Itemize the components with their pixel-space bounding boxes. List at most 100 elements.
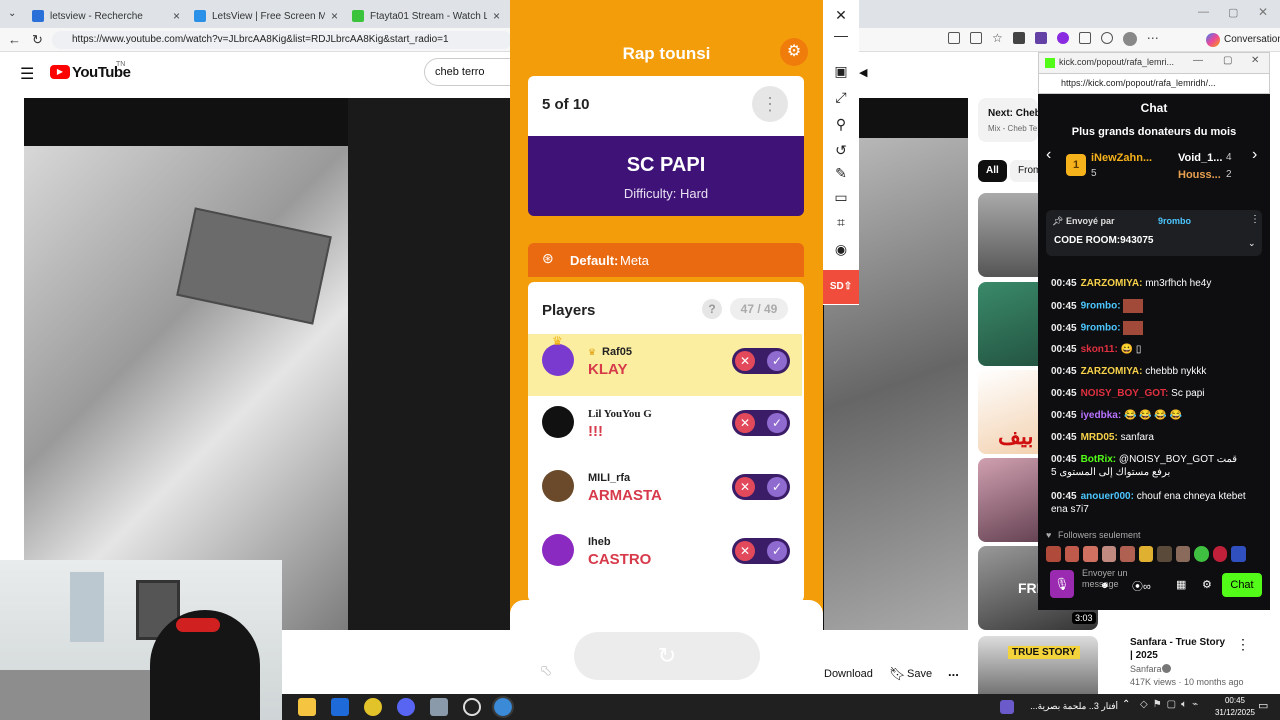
browser-tab-kick[interactable]: Ftayta01 Stream - Watch Live on K × — [346, 4, 506, 28]
msg-user[interactable]: 9rombo: — [1081, 323, 1121, 334]
clock-date[interactable]: 31/12/2025 — [1208, 708, 1262, 717]
pinned-more-icon[interactable]: ⋮ — [1250, 214, 1260, 225]
browser-tab-letsview-search[interactable]: letsview - Recherche × — [26, 4, 186, 28]
crop-icon[interactable]: ⌗ — [832, 213, 850, 231]
kick-minimize-icon[interactable]: — — [1193, 55, 1203, 66]
vote-toggle[interactable]: ✕ ✓ — [732, 348, 790, 374]
vote-toggle[interactable]: ✕ ✓ — [732, 474, 790, 500]
url-field[interactable]: https://www.youtube.com/watch?v=JLbrcAA8… — [52, 31, 512, 49]
fullscreen-icon[interactable]: ⤢ — [832, 88, 850, 106]
sd-quality-button[interactable]: SD⇧ — [823, 270, 859, 304]
record-icon[interactable]: ◉ — [832, 240, 850, 258]
read-mode-icon[interactable] — [948, 32, 960, 44]
pinned-expand-icon[interactable]: ⌄ — [1248, 238, 1256, 249]
conversation-label[interactable]: Conversation — [1224, 34, 1280, 45]
collections-icon[interactable] — [1100, 32, 1113, 44]
emote-icon[interactable] — [1157, 546, 1172, 562]
shield-extension-icon[interactable] — [1056, 32, 1069, 44]
default-mode-bar[interactable]: ⊛ Default: Meta — [528, 243, 804, 277]
msg-user[interactable]: skon11: — [1081, 344, 1118, 355]
outlook-icon[interactable] — [331, 698, 349, 716]
download-button[interactable]: Download — [824, 668, 873, 680]
reject-icon[interactable]: ✕ — [735, 541, 755, 561]
browser-tab-letsview[interactable]: LetsView | Free Screen Mirroring A × — [188, 4, 344, 28]
msg-user[interactable]: ZARZOMIYA: — [1081, 366, 1143, 377]
file-explorer-icon[interactable] — [298, 698, 316, 716]
copilot-icon[interactable] — [1206, 33, 1220, 47]
emote-icon[interactable] — [1083, 546, 1098, 562]
channel-name[interactable]: Sanfara — [1130, 664, 1162, 674]
pen-icon[interactable]: ✎ — [832, 164, 850, 182]
news-widget-icon[interactable] — [1000, 700, 1014, 714]
mic-icon[interactable]: 🎙︎ — [1050, 570, 1074, 598]
profile-avatar[interactable] — [1122, 32, 1137, 46]
discord-icon[interactable] — [397, 698, 415, 716]
chrome-icon[interactable] — [364, 698, 382, 716]
rotate-icon[interactable]: ↺ — [832, 141, 850, 159]
hamburger-menu-icon[interactable]: ☰ — [20, 64, 34, 84]
more-actions-button[interactable]: ... — [948, 664, 959, 679]
tray-expand-icon[interactable]: ⌃ — [1122, 699, 1130, 710]
emote-icon[interactable] — [1120, 546, 1135, 562]
kick-points-icon[interactable]: ⦿∞ — [1132, 578, 1151, 594]
back-icon[interactable]: ← — [8, 32, 21, 47]
chip-all[interactable]: All — [978, 160, 1007, 182]
emote-icon[interactable] — [1231, 546, 1247, 562]
kick-close-icon[interactable]: ✕ — [1251, 55, 1259, 66]
reject-icon[interactable]: ✕ — [735, 351, 755, 371]
emote-icon[interactable] — [1175, 546, 1191, 562]
close-icon[interactable]: ✕ — [832, 6, 850, 24]
split-screen-icon[interactable] — [1078, 32, 1091, 44]
extension-icon[interactable] — [1012, 32, 1025, 44]
minimize-window-icon[interactable]: — — [1198, 6, 1209, 18]
msg-user[interactable]: MRD05: — [1081, 432, 1118, 443]
vote-toggle[interactable]: ✕ ✓ — [732, 538, 790, 564]
close-window-icon[interactable]: ✕ — [1258, 5, 1268, 19]
emote-icon[interactable] — [1101, 546, 1117, 562]
close-tab-icon[interactable]: × — [173, 9, 180, 23]
save-button[interactable]: Save — [907, 668, 932, 680]
donors-prev-icon[interactable]: ‹ — [1046, 146, 1051, 164]
emote-icon[interactable] — [1212, 546, 1228, 562]
close-tab-icon[interactable]: × — [331, 9, 338, 23]
msg-user[interactable]: NOISY_BOY_GOT: — [1081, 388, 1169, 399]
pin-icon[interactable]: ⚲ — [832, 115, 850, 133]
twitch-extension-icon[interactable] — [1034, 32, 1047, 44]
video-more-icon[interactable]: ⋮ — [1236, 636, 1250, 653]
translate-icon[interactable] — [970, 32, 982, 44]
notification-icon[interactable]: ▭ — [1258, 699, 1268, 712]
collapse-arrow-icon[interactable]: ◀ — [859, 66, 867, 79]
youtube-logo-icon[interactable]: ▶ — [50, 65, 70, 79]
news-widget-text[interactable]: أفتار 3.. ملحمة بصرية... — [1018, 701, 1118, 712]
chat-settings-icon[interactable]: ⚙ — [1202, 578, 1212, 591]
letsview-icon[interactable] — [492, 696, 514, 718]
settings-gear-icon[interactable]: ⚙ — [780, 38, 808, 66]
refresh-button[interactable]: ↻ — [574, 632, 760, 680]
msg-user[interactable]: BotRix: — [1081, 454, 1117, 465]
minimize-icon[interactable]: — — [832, 26, 850, 44]
donors-next-icon[interactable]: › — [1252, 146, 1257, 164]
kick-url-bar[interactable]: https://kick.com/popout/rafa_lemridh/... — [1038, 74, 1270, 94]
vote-toggle[interactable]: ✕ ✓ — [732, 410, 790, 436]
reject-icon[interactable]: ✕ — [735, 477, 755, 497]
kick-maximize-icon[interactable]: ▢ — [1223, 55, 1232, 66]
close-tab-icon[interactable]: × — [493, 9, 500, 23]
maximize-window-icon[interactable]: ▢ — [1228, 6, 1238, 19]
emote-icon[interactable] — [1064, 546, 1080, 562]
msg-user[interactable]: iyedbka: — [1081, 410, 1122, 421]
screen-icon[interactable]: ▣ — [832, 62, 850, 80]
accept-icon[interactable]: ✓ — [767, 541, 787, 561]
search-input[interactable]: cheb terro — [424, 58, 510, 86]
favorite-star-icon[interactable]: ☆ — [992, 32, 1003, 48]
more-menu-icon[interactable]: ⋯ — [1147, 32, 1159, 48]
emote-icon[interactable] — [1046, 546, 1061, 562]
video-title[interactable]: Sanfara - True Story | 2025 — [1130, 636, 1230, 662]
tray-icons[interactable]: ◇⚑▢🔈︎⌁ — [1140, 699, 1203, 710]
msg-user[interactable]: 9rombo: — [1081, 301, 1121, 312]
emote-icon[interactable] — [1194, 546, 1209, 562]
app-icon[interactable] — [430, 698, 448, 716]
accept-icon[interactable]: ✓ — [767, 477, 787, 497]
whiteboard-icon[interactable]: ▭ — [832, 188, 850, 206]
accept-icon[interactable]: ✓ — [767, 413, 787, 433]
emote-bar[interactable] — [1046, 546, 1247, 562]
